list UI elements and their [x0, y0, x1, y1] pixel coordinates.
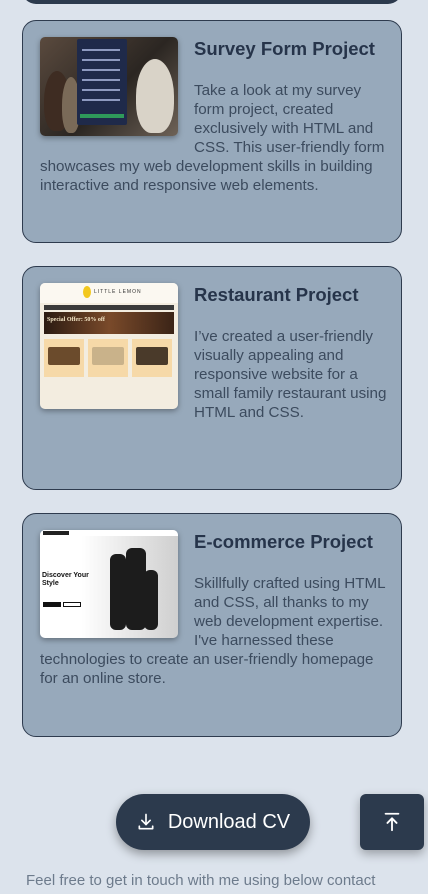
arrow-up-to-line-icon — [384, 812, 400, 832]
restaurant-project-thumbnail[interactable]: LITTLE LEMON Special Offer: 50% off — [40, 283, 178, 409]
previous-card-edge — [22, 0, 402, 4]
contact-intro-text: Feel free to get in touch with me using … — [26, 872, 376, 889]
download-cv-label: Download CV — [167, 810, 291, 833]
download-cv-button[interactable]: Download CV — [116, 794, 310, 850]
project-card-restaurant: LITTLE LEMON Special Offer: 50% off Rest… — [22, 266, 402, 490]
project-card-survey: Survey Form Project Take a look at my su… — [22, 20, 402, 243]
thumb-hero-text: Special Offer: 50% off — [47, 317, 105, 323]
download-icon — [138, 813, 154, 830]
project-card-ecommerce: Discover Your Style E-commerce Project S… — [22, 513, 402, 737]
thumb-heading-text: Discover Your Style — [42, 572, 89, 587]
thumb-brand-text: LITTLE LEMON — [94, 289, 142, 295]
ecommerce-project-thumbnail[interactable]: Discover Your Style — [40, 530, 178, 638]
scroll-to-top-button[interactable] — [360, 794, 424, 850]
survey-project-thumbnail[interactable] — [40, 37, 178, 136]
